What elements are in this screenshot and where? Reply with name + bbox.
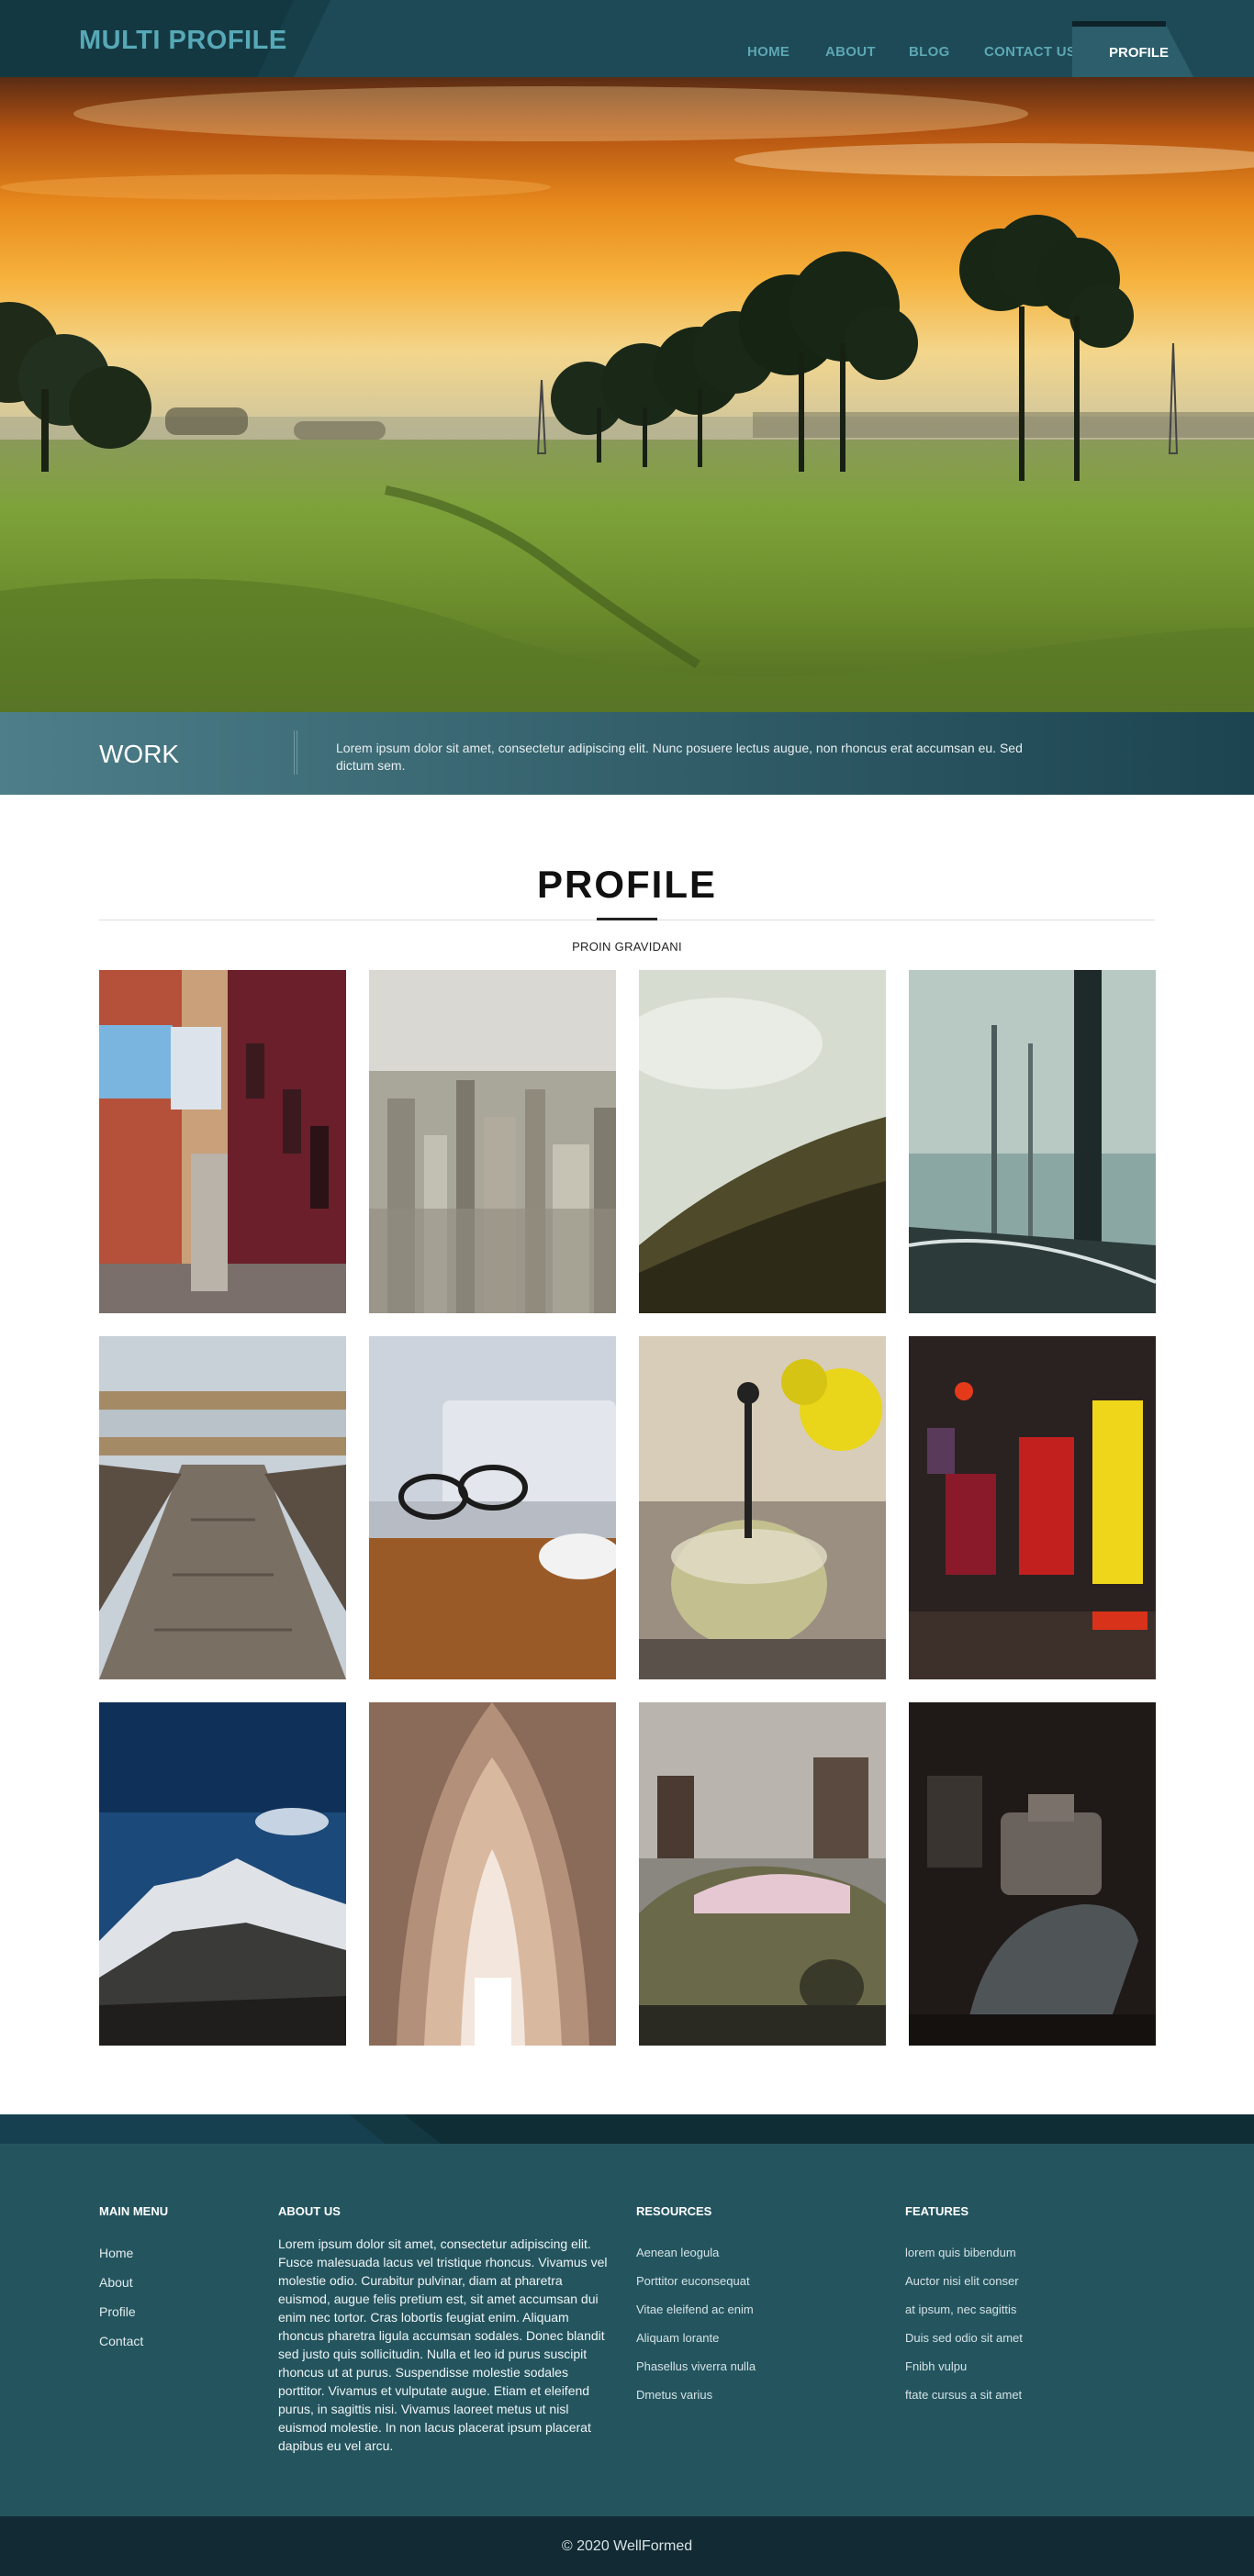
gallery-item-forest[interactable] [909,970,1156,1313]
footer-link-about[interactable]: About [99,2268,168,2297]
work-banner: WORK Lorem ipsum dolor sit amet, consect… [0,712,1254,795]
gallery-item-boardwalk[interactable] [99,1336,346,1679]
gallery-item-projector[interactable] [909,1702,1156,2046]
site-header: MULTI PROFILE HOME ABOUT BLOG CONTACT US… [0,0,1254,77]
footer-main-menu: MAIN MENU Home About Profile Contact [99,2204,168,2356]
gallery-item-night-city[interactable] [909,1336,1156,1679]
footer-resources-heading: RESOURCES [636,2204,712,2218]
footer-resource-link[interactable]: Aenean leogula [636,2238,756,2267]
nav-about[interactable]: ABOUT [825,44,876,60]
nav-home[interactable]: HOME [747,44,789,60]
gallery-image [639,1336,886,1679]
site-logo[interactable]: MULTI PROFILE [79,26,287,56]
work-description: Lorem ipsum dolor sit amet, consectetur … [336,741,1023,773]
gallery-item-glasses[interactable] [369,1336,616,1679]
nav-contact-us[interactable]: CONTACT US [984,44,1076,60]
copyright-text: © 2020 WellFormed [561,2538,693,2554]
footer-features-heading: FEATURES [905,2204,969,2218]
footer-resource-link[interactable]: Aliquam lorante [636,2324,756,2352]
gallery-image [369,1336,616,1679]
gallery-item-cathedral[interactable] [369,1702,616,2046]
nav-active-indicator [1072,21,1166,27]
footer-link-contact[interactable]: Contact [99,2326,168,2356]
footer-about-text: Lorem ipsum dolor sit amet, consectetur … [278,2236,608,2453]
site-footer: MAIN MENU Home About Profile Contact ABO… [0,2144,1254,2516]
footer-resources: RESOURCES Aenean leogula Porttitor eucon… [636,2204,756,2409]
footer-link-home[interactable]: Home [99,2238,168,2268]
gallery-item-tea[interactable] [639,1336,886,1679]
hero-image [0,77,1254,712]
sunset-field-illustration [0,77,1254,712]
footer-decoration [0,2114,386,2144]
gallery-image [369,1702,616,2046]
nav-profile-label: PROFILE [1109,45,1170,61]
gallery-image [369,970,616,1313]
profile-subtitle: PROIN GRAVIDANI [572,940,682,953]
footer-features: FEATURES lorem quis bibendum Auctor nisi… [905,2204,1023,2409]
footer-main-menu-heading: MAIN MENU [99,2204,169,2218]
gallery-image [909,1702,1156,2046]
footer-resource-link[interactable]: Vitae eleifend ac enim [636,2295,756,2324]
gallery-item-hill[interactable] [639,970,886,1313]
footer-about: ABOUT US Lorem ipsum dolor sit amet, con… [278,2204,616,2455]
gallery-item-city[interactable] [369,970,616,1313]
gallery-image [639,970,886,1313]
profile-title: PROFILE [536,863,717,906]
gallery-item-mountain[interactable] [99,1702,346,2046]
profile-title-accent [597,918,657,920]
gallery-image [909,1336,1156,1679]
copyright-bar: © 2020 WellFormed [0,2516,1254,2576]
work-title: WORK [99,740,180,768]
footer-feature-link[interactable]: ftate cursus a sit amet [905,2381,1023,2409]
footer-feature-link[interactable]: lorem quis bibendum [905,2238,1023,2267]
profile-gallery [99,970,1156,2046]
footer-top-bar [0,2114,1254,2144]
footer-feature-link[interactable]: Duis sed odio sit amet [905,2324,1023,2352]
nav-blog[interactable]: BLOG [909,44,950,60]
footer-feature-link[interactable]: Auctor nisi elit conser [905,2267,1023,2295]
footer-resource-link[interactable]: Dmetus varius [636,2381,756,2409]
gallery-image [909,970,1156,1313]
footer-feature-link[interactable]: Fnibh vulpu [905,2352,1023,2381]
gallery-image [99,1336,346,1679]
nav-profile[interactable]: PROFILE [1072,21,1193,77]
footer-feature-link[interactable]: at ipsum, nec sagittis [905,2295,1023,2324]
footer-link-profile[interactable]: Profile [99,2297,168,2326]
gallery-item-old-car[interactable] [639,1702,886,2046]
gallery-image [639,1702,886,2046]
work-divider [294,730,297,775]
footer-resource-link[interactable]: Phasellus viverra nulla [636,2352,756,2381]
gallery-item-red-building[interactable] [99,970,346,1313]
gallery-image [99,970,346,1313]
footer-about-heading: ABOUT US [278,2204,341,2218]
gallery-image [99,1702,346,2046]
footer-resource-link[interactable]: Porttitor euconsequat [636,2267,756,2295]
